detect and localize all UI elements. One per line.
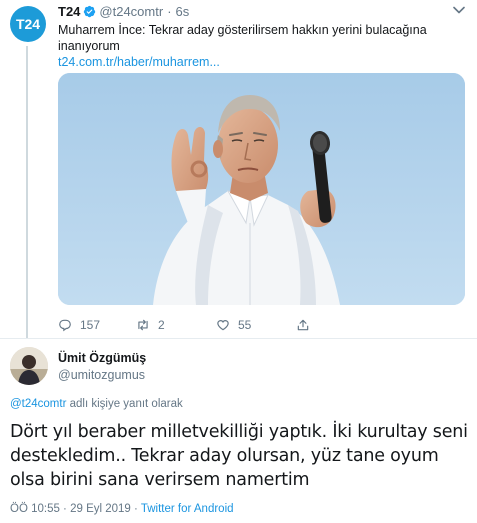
- retweet-count: 2: [158, 318, 165, 332]
- heart-icon: [217, 320, 229, 331]
- reply-count: 157: [80, 318, 101, 332]
- tweet-photo[interactable]: [58, 73, 465, 305]
- like-action[interactable]: 55: [216, 318, 251, 332]
- retweet-icon: [138, 319, 148, 331]
- tweet-header: T24 @t24comtr · 6s: [58, 4, 189, 19]
- share-icon: [297, 319, 309, 331]
- parent-tweet[interactable]: T24 T24 @t24comtr · 6s Muharrem İnce: Te…: [0, 0, 477, 338]
- reply-action[interactable]: 157: [58, 318, 100, 332]
- reply-to-text: adlı kişiye yanıt olarak: [66, 398, 183, 410]
- tweet-timestamp[interactable]: ÖÖ 10:55 · 29 Eyl 2019 ·: [10, 503, 141, 515]
- thread-line: [26, 46, 28, 338]
- avatar-logo-text: T24: [15, 16, 41, 32]
- tweet-metadata: ÖÖ 10:55 · 29 Eyl 2019 · Twitter for And…: [10, 503, 234, 515]
- retweet-action[interactable]: 2: [136, 318, 165, 332]
- tweet-text: Muharrem İnce: Tekrar aday gösterilirsem…: [58, 23, 427, 53]
- separator-dot: ·: [167, 4, 172, 19]
- reply-author-name[interactable]: Ümit Özgümüş: [58, 351, 146, 365]
- tweet-time[interactable]: 6s: [176, 4, 190, 19]
- author-name[interactable]: T24: [58, 4, 80, 19]
- tweet-source-link[interactable]: Twitter for Android: [141, 503, 234, 515]
- author-handle[interactable]: @t24comtr: [99, 4, 163, 19]
- reply-author-handle[interactable]: @umitozgumus: [58, 368, 145, 382]
- divider: [0, 338, 477, 339]
- avatar-t24[interactable]: T24: [10, 6, 46, 42]
- verified-badge-icon: [84, 5, 96, 18]
- chevron-down-icon[interactable]: [453, 6, 465, 14]
- share-action[interactable]: [296, 318, 318, 332]
- like-count: 55: [238, 318, 252, 332]
- replying-to: @t24comtr adlı kişiye yanıt olarak: [10, 398, 183, 410]
- tweet-actions: 157 2 55: [58, 318, 318, 332]
- avatar[interactable]: [10, 347, 48, 385]
- reply-tweet-text: Dört yıl beraber milletvekilliği yaptık.…: [10, 422, 468, 490]
- reply-mention-link[interactable]: @t24comtr: [10, 398, 66, 410]
- reply-icon: [59, 319, 71, 332]
- article-link[interactable]: t24.com.tr/haber/muharrem...: [58, 55, 220, 69]
- avatar-image: [10, 347, 48, 385]
- photo-illustration: [58, 73, 465, 305]
